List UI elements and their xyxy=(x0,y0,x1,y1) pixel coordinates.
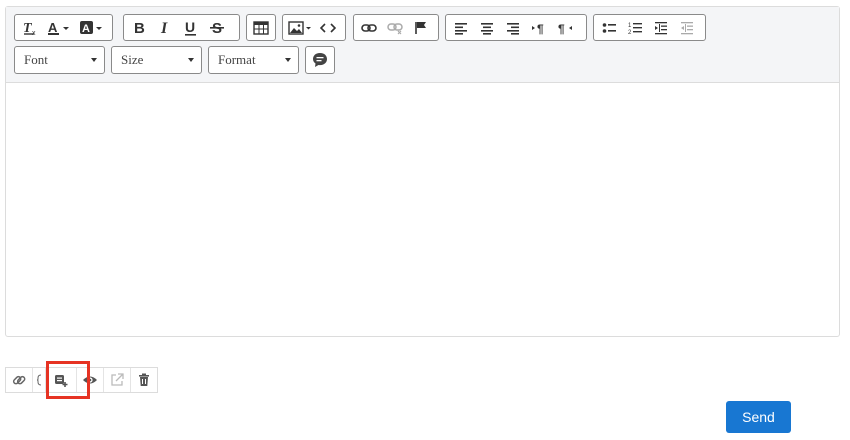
table-group xyxy=(246,14,276,41)
unlink-icon[interactable] xyxy=(382,17,408,39)
media-group xyxy=(282,14,346,41)
svg-text:¶: ¶ xyxy=(558,22,565,35)
comment-group xyxy=(305,46,335,74)
font-select[interactable]: Font xyxy=(14,46,105,74)
chevron-down-icon xyxy=(188,58,194,62)
outdent-icon[interactable] xyxy=(674,17,700,39)
send-button[interactable]: Send xyxy=(726,401,791,433)
chevron-down-icon xyxy=(285,58,291,62)
editor-toolbar: Tx A A B I U S ¶ ¶ 1 2 Font Size Format xyxy=(6,7,839,83)
svg-text:¶: ¶ xyxy=(537,22,544,35)
align-left-icon[interactable] xyxy=(448,17,474,39)
size-select-label: Size xyxy=(121,52,144,67)
font-color-icon[interactable]: A xyxy=(43,17,75,39)
underline-icon[interactable]: U xyxy=(178,17,204,39)
flag-icon[interactable] xyxy=(408,17,434,39)
braces-icon[interactable] xyxy=(33,368,46,392)
text-style-group: Tx A A xyxy=(14,14,113,41)
lists-group: 12 xyxy=(593,14,706,41)
numbered-list-icon[interactable]: 12 xyxy=(622,17,648,39)
add-document-icon[interactable] xyxy=(46,368,77,392)
size-select[interactable]: Size xyxy=(111,46,202,74)
format-select[interactable]: Format xyxy=(208,46,299,74)
background-color-icon[interactable]: A xyxy=(75,17,107,39)
preview-icon[interactable] xyxy=(77,368,104,392)
bullet-list-icon[interactable] xyxy=(596,17,622,39)
align-center-icon[interactable] xyxy=(474,17,500,39)
editor-content-area[interactable] xyxy=(6,83,839,336)
align-right-icon[interactable] xyxy=(500,17,526,39)
chevron-down-icon xyxy=(91,58,97,62)
ltr-icon[interactable]: ¶ xyxy=(526,17,552,39)
link-icon[interactable] xyxy=(6,368,33,392)
image-icon[interactable] xyxy=(285,17,315,39)
font-select-label: Font xyxy=(24,52,48,67)
svg-text:x: x xyxy=(32,30,36,36)
bold-icon[interactable]: B xyxy=(126,17,152,39)
font-style-group: B I U S xyxy=(123,14,240,41)
strikethrough-icon[interactable]: S xyxy=(204,17,230,39)
svg-text:I: I xyxy=(160,20,168,36)
format-select-label: Format xyxy=(218,52,256,67)
svg-text:A: A xyxy=(48,20,58,35)
delete-icon[interactable] xyxy=(131,368,157,392)
italic-icon[interactable]: I xyxy=(152,17,178,39)
svg-text:U: U xyxy=(185,20,195,35)
svg-text:1: 1 xyxy=(628,23,632,29)
svg-text:B: B xyxy=(134,20,145,36)
svg-text:A: A xyxy=(82,23,90,35)
external-link-icon[interactable] xyxy=(104,368,131,392)
table-icon[interactable] xyxy=(249,17,273,39)
clear-format-icon[interactable]: Tx xyxy=(17,17,43,39)
alignment-group: ¶ ¶ xyxy=(445,14,587,41)
link-icon[interactable] xyxy=(356,17,382,39)
indent-icon[interactable] xyxy=(648,17,674,39)
rich-text-editor: Tx A A B I U S ¶ ¶ 1 2 Font Size Format xyxy=(5,6,840,337)
code-view-icon[interactable] xyxy=(315,17,341,39)
comment-icon[interactable] xyxy=(308,49,332,71)
rtl-icon[interactable]: ¶ xyxy=(552,17,578,39)
svg-text:2: 2 xyxy=(628,30,632,35)
attachments-toolbar xyxy=(5,367,158,393)
links-group xyxy=(353,14,439,41)
